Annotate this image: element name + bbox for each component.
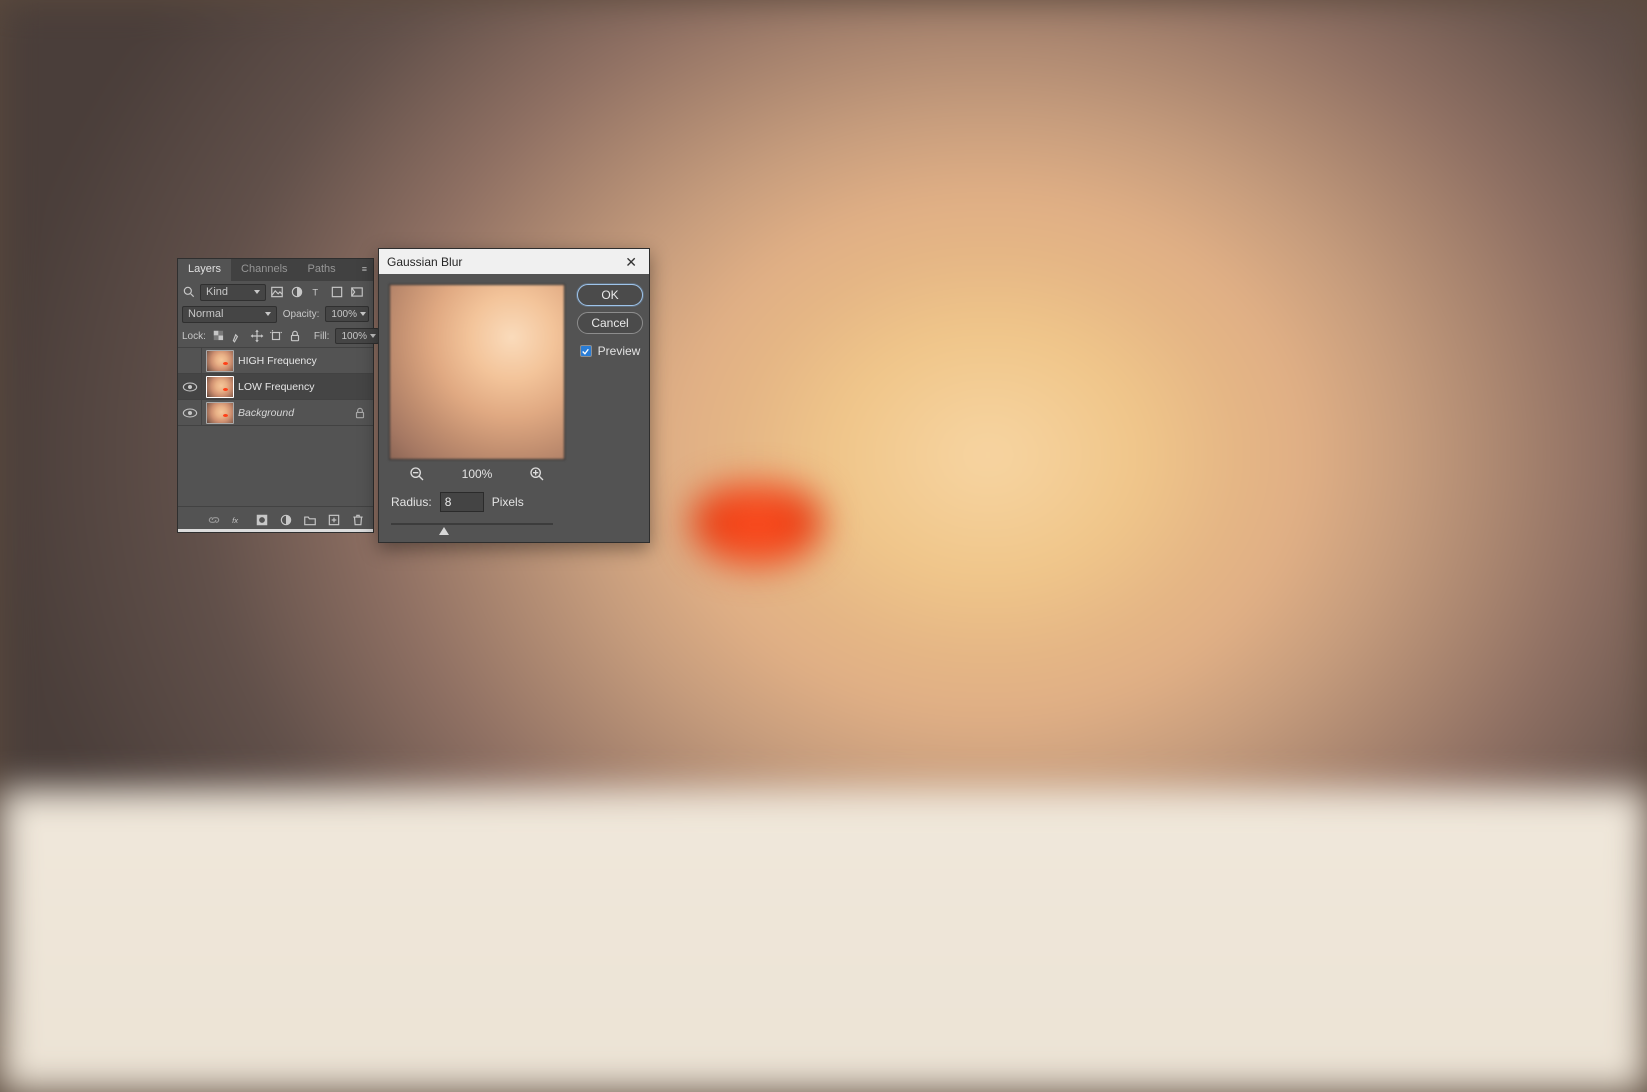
tab-layers[interactable]: Layers	[178, 259, 231, 281]
filter-row: Kind T	[178, 281, 373, 303]
lock-label: Lock:	[182, 331, 206, 342]
opacity-value[interactable]: 100%	[325, 306, 369, 322]
zoom-level: 100%	[462, 467, 493, 481]
fill-value[interactable]: 100%	[335, 328, 379, 344]
lock-artboard-icon[interactable]	[269, 329, 283, 343]
layer-row[interactable]: Background	[178, 400, 373, 426]
canvas-image-sweater	[0, 789, 1647, 1092]
dialog-title: Gaussian Blur	[387, 255, 462, 269]
check-icon	[581, 347, 590, 356]
panel-menu-icon[interactable]: ≡	[357, 259, 373, 281]
preview-box[interactable]	[389, 284, 565, 460]
dialog-titlebar[interactable]: Gaussian Blur ✕	[379, 249, 649, 274]
lock-icon	[353, 406, 367, 420]
kind-label: Kind	[206, 286, 228, 298]
opacity-label: Opacity:	[283, 309, 320, 320]
layer-thumbnail[interactable]	[206, 402, 234, 424]
eye-icon	[182, 381, 198, 393]
layer-name: LOW Frequency	[238, 381, 314, 393]
group-icon[interactable]	[303, 513, 317, 527]
slider-thumb[interactable]	[439, 527, 449, 535]
panel-tabs: Layers Channels Paths ≡	[178, 259, 373, 281]
filter-type-icon[interactable]: T	[310, 285, 324, 299]
chevron-down-icon	[360, 312, 366, 316]
svg-text:T: T	[312, 288, 318, 298]
lock-row: Lock: Fill: 100%	[178, 325, 373, 347]
mask-icon[interactable]	[255, 513, 269, 527]
zoom-out-icon[interactable]	[409, 466, 425, 482]
lock-position-icon[interactable]	[250, 329, 264, 343]
layer-thumbnail[interactable]	[206, 376, 234, 398]
fill-value-text: 100%	[341, 331, 367, 342]
chevron-down-icon	[370, 334, 376, 338]
zoom-in-icon[interactable]	[529, 466, 545, 482]
chevron-down-icon	[265, 312, 271, 316]
layer-row[interactable]: HIGH Frequency	[178, 348, 373, 374]
layer-name: Background	[238, 407, 294, 419]
slider-track	[391, 523, 553, 525]
panel-resize-grip[interactable]	[178, 529, 373, 532]
layers-panel: Layers Channels Paths ≡ Kind T Normal Op…	[177, 258, 374, 533]
link-icon[interactable]	[207, 513, 221, 527]
adjustment-layer-icon[interactable]	[279, 513, 293, 527]
search-icon[interactable]	[182, 285, 196, 299]
filter-smart-icon[interactable]	[350, 285, 364, 299]
layer-list: HIGH Frequency LOW Frequency Background	[178, 347, 373, 426]
svg-text:fx: fx	[232, 515, 239, 524]
blend-row: Normal Opacity: 100%	[178, 303, 373, 325]
fx-icon[interactable]: fx	[231, 513, 245, 527]
visibility-toggle[interactable]	[178, 400, 202, 425]
visibility-toggle[interactable]	[178, 374, 202, 399]
radius-input[interactable]	[440, 492, 484, 512]
canvas-image-lips	[692, 485, 822, 565]
lock-brush-icon[interactable]	[231, 329, 245, 343]
visibility-toggle[interactable]	[178, 348, 202, 373]
preview-checkbox-row[interactable]: Preview	[580, 344, 641, 358]
chevron-down-icon	[254, 290, 260, 294]
tab-channels[interactable]: Channels	[231, 259, 297, 281]
filter-image-icon[interactable]	[270, 285, 284, 299]
layer-name: HIGH Frequency	[238, 355, 317, 367]
close-icon[interactable]: ✕	[621, 253, 641, 271]
fill-label: Fill:	[314, 331, 330, 342]
blend-mode-value: Normal	[188, 308, 223, 320]
filter-shape-icon[interactable]	[330, 285, 344, 299]
new-layer-icon[interactable]	[327, 513, 341, 527]
trash-icon[interactable]	[351, 513, 365, 527]
kind-select[interactable]: Kind	[200, 284, 266, 301]
layer-thumbnail[interactable]	[206, 350, 234, 372]
radius-unit: Pixels	[492, 495, 524, 509]
filter-adjustment-icon[interactable]	[290, 285, 304, 299]
cancel-button[interactable]: Cancel	[577, 312, 643, 334]
ok-button[interactable]: OK	[577, 284, 643, 306]
radius-slider[interactable]	[391, 518, 553, 532]
preview-label: Preview	[598, 344, 641, 358]
gaussian-blur-dialog: Gaussian Blur ✕ 100% Radius: Pixels	[378, 248, 650, 543]
radius-label: Radius:	[391, 495, 432, 509]
lock-all-icon[interactable]	[288, 329, 302, 343]
tab-paths[interactable]: Paths	[298, 259, 346, 281]
blend-mode-select[interactable]: Normal	[182, 306, 277, 323]
eye-icon	[182, 407, 198, 419]
preview-checkbox[interactable]	[580, 345, 592, 357]
lock-transparency-icon[interactable]	[212, 329, 226, 343]
layer-row[interactable]: LOW Frequency	[178, 374, 373, 400]
opacity-value-text: 100%	[331, 309, 357, 320]
